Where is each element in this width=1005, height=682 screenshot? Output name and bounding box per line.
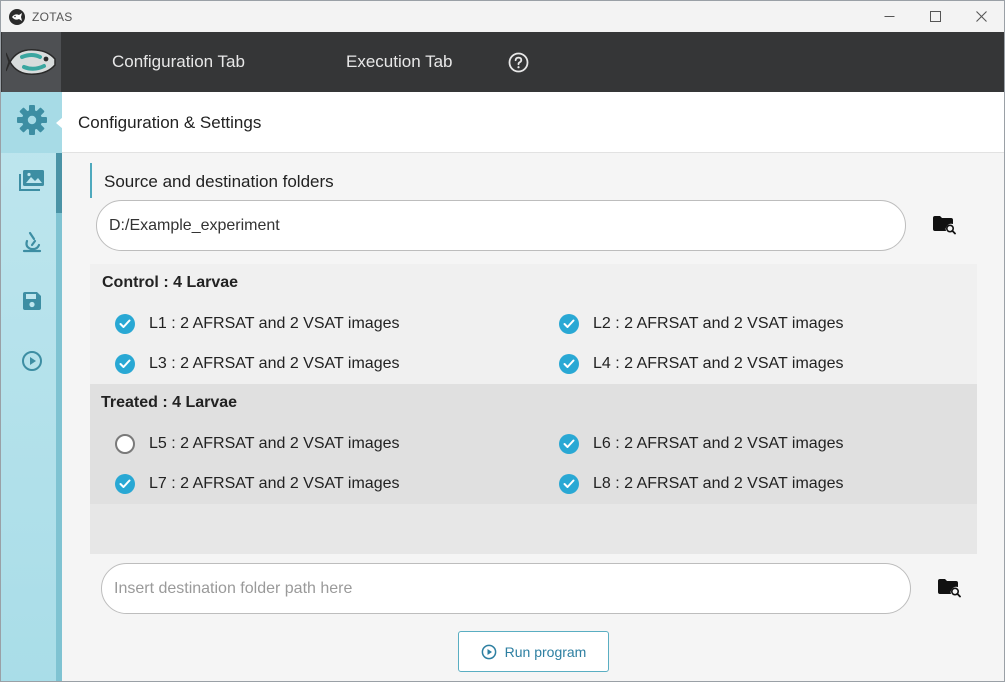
folder-search-icon <box>932 215 956 240</box>
title-bar: ZOTAS <box>1 1 1004 32</box>
larva-label: L3 : 2 AFRSAT and 2 VSAT images <box>149 355 400 372</box>
page-header: Configuration & Settings <box>62 92 1004 153</box>
save-icon <box>22 291 42 316</box>
sidebar-item-settings[interactable] <box>1 92 63 153</box>
gear-icon <box>16 104 48 141</box>
section-label-folders: Source and destination folders <box>90 163 334 198</box>
larva-label: L7 : 2 AFRSAT and 2 VSAT images <box>149 475 400 492</box>
larva-label: L4 : 2 AFRSAT and 2 VSAT images <box>593 355 844 372</box>
folder-search-icon <box>937 578 961 603</box>
microscope-icon <box>21 231 43 258</box>
larva-label: L6 : 2 AFRSAT and 2 VSAT images <box>593 435 844 452</box>
window-controls <box>866 1 1004 32</box>
check-circle-icon[interactable] <box>559 474 579 494</box>
check-circle-icon[interactable] <box>115 474 135 494</box>
larvae-groups-panel: Control : 4 Larvae L1 : 2 AFRSAT and 2 V… <box>90 264 977 554</box>
group-title: Control : 4 Larvae <box>102 274 239 291</box>
larva-label: L5 : 2 AFRSAT and 2 VSAT images <box>149 435 400 452</box>
fish-logo-icon <box>2 32 61 92</box>
source-folder-input[interactable] <box>96 200 906 251</box>
sidebar <box>1 92 63 681</box>
larva-item-l1[interactable]: L1 : 2 AFRSAT and 2 VSAT images <box>115 312 400 336</box>
app-logo-icon <box>9 8 25 25</box>
minimize-button[interactable] <box>866 1 912 32</box>
larva-label: L8 : 2 AFRSAT and 2 VSAT images <box>593 475 844 492</box>
sidebar-item-images[interactable] <box>1 162 62 202</box>
larva-item-l7[interactable]: L7 : 2 AFRSAT and 2 VSAT images <box>115 472 400 496</box>
destination-folder-input[interactable] <box>101 563 911 614</box>
gallery-icon <box>18 169 45 196</box>
unchecked-circle-icon[interactable] <box>115 434 135 454</box>
play-icon <box>21 350 43 377</box>
destination-folder-browse-button[interactable] <box>936 578 962 603</box>
larva-item-l2[interactable]: L2 : 2 AFRSAT and 2 VSAT images <box>559 312 844 336</box>
run-program-label: Run program <box>504 643 587 660</box>
check-circle-icon[interactable] <box>559 314 579 334</box>
larva-item-l3[interactable]: L3 : 2 AFRSAT and 2 VSAT images <box>115 352 400 376</box>
check-circle-icon[interactable] <box>559 434 579 454</box>
app-title: ZOTAS <box>32 9 73 24</box>
group-control: Control : 4 Larvae L1 : 2 AFRSAT and 2 V… <box>90 264 977 384</box>
maximize-button[interactable] <box>912 1 958 32</box>
group-treated: Treated : 4 Larvae L5 : 2 AFRSAT and 2 V… <box>90 384 977 504</box>
tab-configuration[interactable]: Configuration Tab <box>112 32 245 92</box>
close-button[interactable] <box>958 1 1004 32</box>
app-window: ZOTAS Configuration Tab Execution Tab Co… <box>0 0 1005 682</box>
check-circle-icon[interactable] <box>559 354 579 374</box>
source-folder-browse-button[interactable] <box>931 215 957 240</box>
group-title: Treated : 4 Larvae <box>101 394 238 411</box>
check-circle-icon[interactable] <box>115 314 135 334</box>
larva-item-l6[interactable]: L6 : 2 AFRSAT and 2 VSAT images <box>559 432 844 456</box>
larva-label: L1 : 2 AFRSAT and 2 VSAT images <box>149 315 400 332</box>
larva-item-l5[interactable]: L5 : 2 AFRSAT and 2 VSAT images <box>115 432 400 456</box>
sidebar-item-save[interactable] <box>1 283 62 323</box>
larva-item-l4[interactable]: L4 : 2 AFRSAT and 2 VSAT images <box>559 352 844 376</box>
sidebar-item-microscope[interactable] <box>1 224 62 264</box>
help-circle-icon[interactable] <box>508 52 529 73</box>
play-circle-icon <box>481 644 497 660</box>
check-circle-icon[interactable] <box>115 354 135 374</box>
run-program-button[interactable]: Run program <box>458 631 609 672</box>
larva-label: L2 : 2 AFRSAT and 2 VSAT images <box>593 315 844 332</box>
page-title: Configuration & Settings <box>78 113 262 132</box>
tab-execution[interactable]: Execution Tab <box>346 32 452 92</box>
larva-item-l8[interactable]: L8 : 2 AFRSAT and 2 VSAT images <box>559 472 844 496</box>
top-navigation: Configuration Tab Execution Tab <box>1 32 1004 92</box>
sidebar-item-run[interactable] <box>1 343 62 383</box>
